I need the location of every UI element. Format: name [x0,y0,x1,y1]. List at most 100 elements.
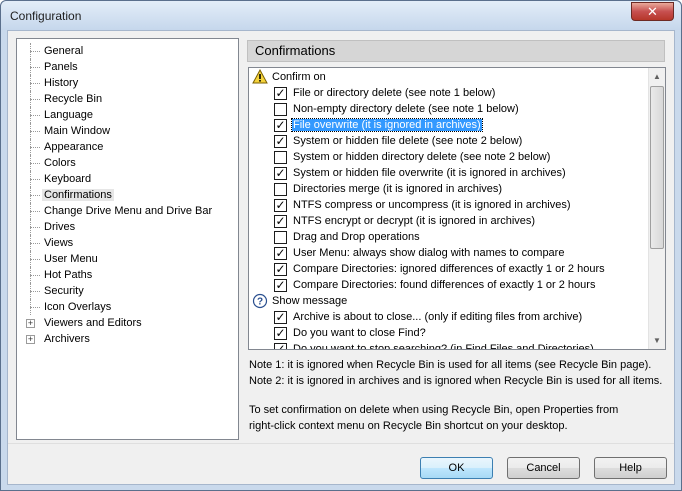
list-item-label: Drag and Drop operations [293,231,420,243]
list-item[interactable]: ✓ File overwrite (it is ignored in archiv… [249,117,649,133]
confirmations-list[interactable]: Confirm on ✓ File or directory delete (see… [248,67,666,350]
ok-button[interactable]: OK [420,457,493,479]
group-label: Confirm on [272,71,326,83]
tree-item[interactable]: + Archivers [17,331,238,347]
expand-icon[interactable]: + [26,335,35,344]
list-item[interactable]: ✓ NTFS encrypt or decrypt (it is ignored … [249,213,649,229]
checkbox[interactable]: ✓ [274,119,287,132]
close-icon: ✕ [647,3,658,19]
tree-item-label: Archivers [44,333,90,345]
list-item-label: Do you want to stop searching? (in Find … [293,343,594,350]
list-item[interactable]: Drag and Drop operations [249,229,649,245]
scroll-up-button[interactable]: ▲ [649,68,665,85]
checkbox[interactable]: ✓ [274,135,287,148]
list-item[interactable]: ✓ Archive is about to close... (only if e… [249,309,649,325]
list-item[interactable]: ✓ User Menu: always show dialog with name… [249,245,649,261]
tree-item[interactable]: Change Drive Menu and Drive Bar [17,203,238,219]
checkbox[interactable]: ✓ [274,199,287,212]
panel-title: Confirmations [247,40,665,62]
tree-item-label: Panels [44,61,78,73]
tree-item-label: Change Drive Menu and Drive Bar [44,205,213,217]
tree-item[interactable]: Security [17,283,238,299]
window-title: Configuration [10,9,82,23]
close-button[interactable]: ✕ [631,2,674,21]
tree-connector [30,99,40,100]
tree-connector [30,163,40,164]
cancel-button[interactable]: Cancel [507,457,580,479]
list-item[interactable]: Directories merge (it is ignored in arch… [249,181,649,197]
list-item[interactable]: ✓ Compare Directories: ignored difference… [249,261,649,277]
tree-connector [30,67,40,68]
checkbox[interactable]: ✓ [274,167,287,180]
tree-item[interactable]: User Menu [17,251,238,267]
warning-icon [252,69,268,85]
tree-item[interactable]: + Viewers and Editors [17,315,238,331]
question-icon: ? [252,293,268,309]
checkbox[interactable]: ✓ [274,263,287,276]
settings-tree[interactable]: General Panels History Recycle Bin Language M… [16,38,239,440]
tree-item[interactable]: Hot Paths [17,267,238,283]
tree-item[interactable]: Views [17,235,238,251]
tree-item[interactable]: General [17,43,238,59]
list-item-label: Archive is about to close... (only if ed… [293,311,583,323]
tree-item[interactable]: Recycle Bin [17,91,238,107]
scroll-thumb[interactable] [650,86,664,249]
hint-line-1: To set confirmation on delete when using… [249,404,619,416]
checkbox[interactable]: ✓ [274,215,287,228]
note-1: Note 1: it is ignored when Recycle Bin i… [249,359,652,371]
tree-item[interactable]: Main Window [17,123,238,139]
tree-item[interactable]: Colors [17,155,238,171]
tree-item[interactable]: History [17,75,238,91]
list-item[interactable]: ✓ Do you want to close Find? [249,325,649,341]
tree-connector [30,243,40,244]
checkbox[interactable]: ✓ [274,327,287,340]
checkbox[interactable] [274,151,287,164]
tree-connector [30,83,40,84]
list-item[interactable]: Non-empty directory delete (see note 1 b… [249,101,649,117]
title-bar[interactable]: Configuration ✕ [1,1,681,30]
list-item-label: Directories merge (it is ignored in arch… [293,183,503,195]
list-item[interactable]: ✓ File or directory delete (see note 1 be… [249,85,649,101]
list-group-header: Confirm on [249,69,649,85]
tree-item[interactable]: Appearance [17,139,238,155]
list-item[interactable]: ✓ NTFS compress or uncompress (it is igno… [249,197,649,213]
button-bar: OK Cancel Help [8,443,674,484]
tree-item-label: Language [44,109,93,121]
list-item-label: File overwrite (it is ignored in archive… [291,118,483,132]
tree-item-label: Icon Overlays [44,301,112,313]
tree-connector [30,259,40,260]
list-item-label: Compare Directories: ignored differences… [293,263,605,275]
list-item-label: Compare Directories: found differences o… [293,279,596,291]
help-button[interactable]: Help [594,457,667,479]
list-item-label: Do you want to close Find? [293,327,426,339]
list-item[interactable]: ✓ Do you want to stop searching? (in Find… [249,341,649,350]
checkbox[interactable] [274,183,287,196]
scroll-up-icon: ▲ [653,72,661,81]
scroll-down-button[interactable]: ▼ [649,332,665,349]
tree-item[interactable]: Confirmations [17,187,238,203]
expand-icon[interactable]: + [26,319,35,328]
vertical-scrollbar[interactable]: ▲ ▼ [648,68,665,349]
list-item-label: NTFS encrypt or decrypt (it is ignored i… [293,215,536,227]
tree-item[interactable]: Language [17,107,238,123]
list-item[interactable]: System or hidden directory delete (see n… [249,149,649,165]
checkbox[interactable]: ✓ [274,311,287,324]
tree-item[interactable]: Icon Overlays [17,299,238,315]
checkbox[interactable]: ✓ [274,247,287,260]
checkbox[interactable]: ✓ [274,87,287,100]
checkbox[interactable]: ✓ [274,343,287,349]
list-item-label: Non-empty directory delete (see note 1 b… [293,103,519,115]
list-item[interactable]: ✓ System or hidden file delete (see note … [249,133,649,149]
confirmations-list-content: Confirm on ✓ File or directory delete (see… [249,69,649,350]
tree-item[interactable]: Drives [17,219,238,235]
checkbox[interactable] [274,231,287,244]
tree-connector [30,147,40,148]
checkbox[interactable] [274,103,287,116]
notes-area: Note 1: it is ignored when Recycle Bin i… [249,357,669,434]
tree-connector [30,131,40,132]
tree-item[interactable]: Keyboard [17,171,238,187]
checkbox[interactable]: ✓ [274,279,287,292]
list-item[interactable]: ✓ Compare Directories: found differences … [249,277,649,293]
list-item[interactable]: ✓ System or hidden file overwrite (it is … [249,165,649,181]
tree-item[interactable]: Panels [17,59,238,75]
